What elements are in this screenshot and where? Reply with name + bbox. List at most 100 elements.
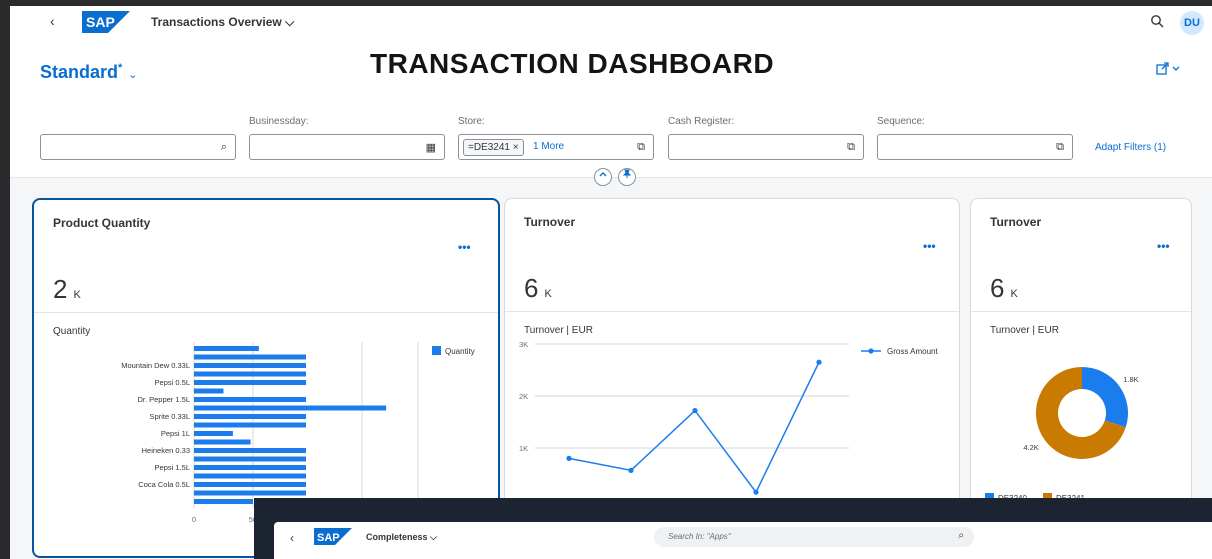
filter-store: Store: =DE3241 × 1 More ⧉ — [458, 116, 654, 160]
sequence-field[interactable]: ⧉ — [877, 134, 1073, 160]
search-input[interactable]: Search In: "Apps" ⌕ — [654, 527, 974, 547]
chart-subtitle: Turnover | EUR — [524, 325, 593, 336]
chevron-down-icon: ⌄ — [128, 69, 138, 81]
legend-swatch — [432, 346, 441, 355]
series-line — [568, 361, 820, 494]
pin-header-button[interactable] — [618, 168, 636, 186]
category-label: Sprite 0.33L — [150, 412, 190, 421]
filter-businessday: Businessday: ▦ — [249, 116, 445, 160]
cash-register-field[interactable]: ⧉ — [668, 134, 864, 160]
filter-search: ⌕ — [40, 116, 236, 160]
legend-label: Quantity — [445, 347, 475, 356]
search-placeholder: Search In: "Apps" — [668, 532, 731, 541]
more-icon[interactable]: ••• — [458, 240, 471, 254]
app-title-menu[interactable]: Transactions Overview ⌵ — [151, 15, 294, 30]
pin-icon — [622, 169, 632, 178]
card-title: Product Quantity — [53, 216, 151, 230]
kpi-unit: K — [73, 289, 81, 301]
avatar[interactable]: DU — [1180, 11, 1204, 35]
filter-sequence: Sequence: ⧉ — [877, 116, 1073, 160]
bar — [194, 431, 233, 436]
store-token[interactable]: =DE3241 × — [463, 139, 524, 156]
value-help-icon[interactable]: ⧉ — [847, 141, 855, 154]
category-label: Heineken 0.33 — [142, 446, 190, 455]
value-help-icon[interactable]: ⧉ — [637, 141, 645, 154]
slice-label: 1.8K — [1123, 375, 1138, 384]
kpi-value: 6K — [990, 273, 1018, 304]
y-tick-label: 2K — [519, 392, 528, 401]
category-label: Pepsi 1L — [161, 429, 190, 438]
bar — [194, 422, 306, 428]
search-icon[interactable]: ⌕ — [958, 530, 964, 541]
bar — [194, 473, 306, 479]
businessday-field[interactable]: ▦ — [249, 134, 445, 160]
y-tick-label: 1K — [519, 444, 528, 453]
bar — [194, 465, 306, 470]
filter-label — [40, 116, 236, 134]
bar — [194, 371, 306, 377]
filter-label-store: Store: — [458, 116, 485, 127]
collapse-header-button[interactable] — [594, 168, 612, 186]
kpi-number: 2 — [53, 274, 68, 304]
filter-label-cash-register: Cash Register: — [668, 116, 735, 127]
bar — [194, 448, 306, 453]
filter-label-businessday: Businessday: — [249, 116, 309, 127]
legend-label: Gross Amount — [887, 347, 938, 356]
store-field[interactable]: =DE3241 × 1 More ⧉ — [458, 134, 654, 160]
share-icon[interactable] — [1156, 62, 1182, 76]
data-point — [753, 489, 759, 495]
bar — [194, 482, 306, 487]
legend-marker — [868, 348, 874, 354]
y-tick-label: 3K — [519, 340, 528, 349]
divider — [505, 311, 959, 312]
bar — [194, 363, 306, 368]
kpi-number: 6 — [524, 273, 539, 303]
app-window: ‹ SAP Transactions Overview ⌵ DU Standar… — [10, 6, 1212, 559]
more-icon[interactable]: ••• — [923, 239, 936, 253]
secondary-window: ‹ SAP Completeness ⌵ Search In: "Apps" ⌕ — [254, 498, 1212, 559]
bar — [194, 397, 306, 402]
search-input[interactable]: ⌕ — [40, 134, 236, 160]
bar — [194, 499, 253, 504]
bar — [194, 346, 259, 351]
card-title: Turnover — [524, 215, 576, 229]
data-point — [566, 455, 572, 461]
chart-subtitle: Turnover | EUR — [990, 325, 1059, 336]
more-tokens-link[interactable]: 1 More — [533, 141, 564, 152]
bar — [194, 456, 306, 462]
bar — [194, 354, 306, 360]
dashboard-title: TRANSACTION DASHBOARD — [370, 48, 775, 79]
secondary-shell-bar: ‹ SAP Completeness ⌵ Search In: "Apps" ⌕ — [274, 522, 1212, 559]
bar — [194, 405, 387, 411]
sap-logo-text: SAP — [86, 14, 115, 30]
data-point — [816, 359, 822, 365]
value-help-icon[interactable]: ⧉ — [1056, 141, 1064, 154]
back-button[interactable]: ‹ — [50, 13, 55, 29]
kpi-unit: K — [1010, 288, 1018, 300]
variant-selector[interactable]: Standard* ⌄ — [40, 62, 138, 83]
adapt-filters-button[interactable]: Adapt Filters (1) — [1095, 142, 1166, 153]
sap-logo[interactable]: SAP — [82, 11, 130, 33]
data-point — [692, 407, 698, 414]
slice-label: 4.2K — [1023, 443, 1038, 452]
app-title-menu[interactable]: Completeness ⌵ — [366, 532, 437, 543]
category-label: Dr. Pepper 1.5L — [137, 395, 190, 404]
variant-modified-marker: * — [118, 62, 123, 74]
data-point — [628, 467, 634, 473]
sap-logo[interactable]: SAP — [314, 528, 352, 545]
bar — [194, 439, 251, 445]
bar — [194, 490, 306, 496]
kpi-number: 6 — [990, 273, 1005, 303]
bar — [194, 414, 306, 419]
search-icon[interactable]: ⌕ — [221, 141, 227, 154]
category-label: Pepsi 0.5L — [155, 378, 190, 387]
calendar-icon[interactable]: ▦ — [426, 141, 436, 154]
search-icon[interactable] — [1150, 14, 1164, 28]
chevron-up-icon — [599, 172, 607, 177]
filter-cash-register: Cash Register: ⧉ — [668, 116, 864, 160]
more-icon[interactable]: ••• — [1157, 239, 1170, 253]
back-button[interactable]: ‹ — [290, 531, 294, 545]
kpi-value: 2K — [53, 274, 81, 305]
variant-name: Standard — [40, 62, 119, 82]
close-icon[interactable]: × — [513, 142, 519, 153]
